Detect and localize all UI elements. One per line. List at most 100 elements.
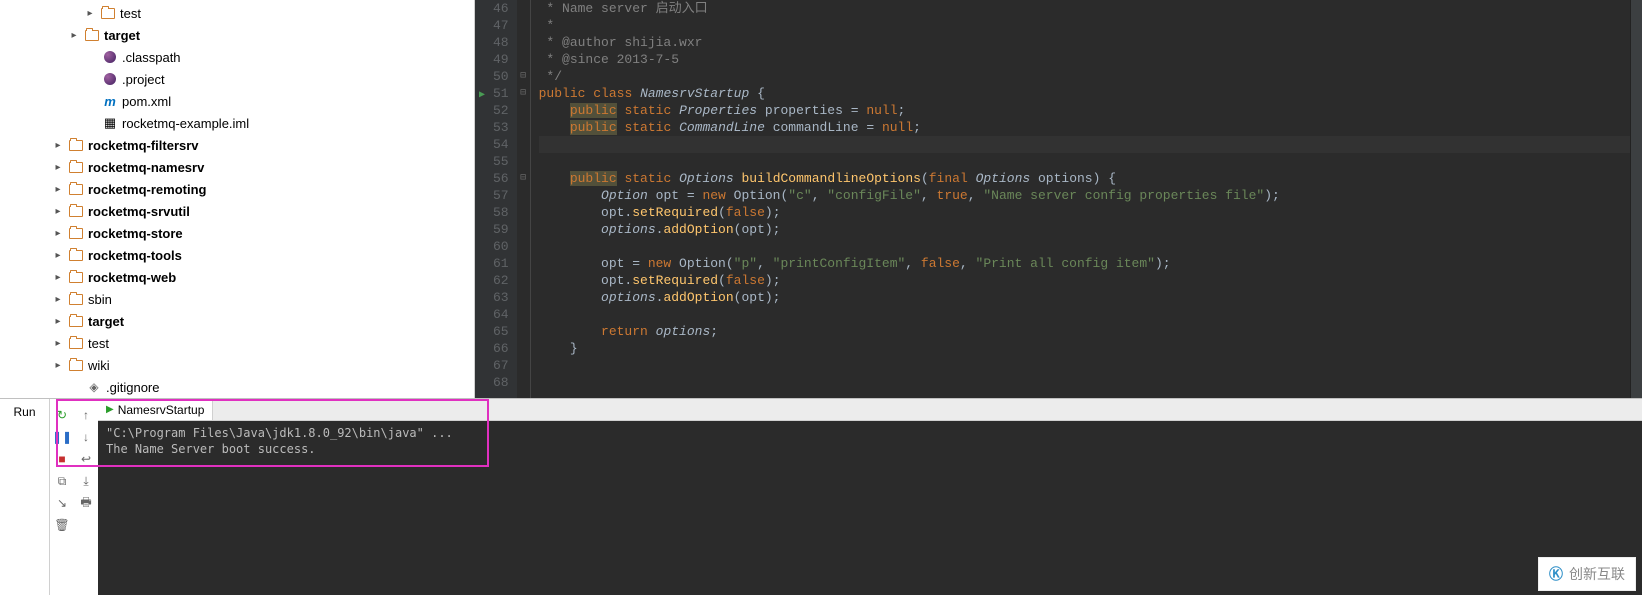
scroll-end-button[interactable]: ⤓ — [76, 471, 96, 491]
code-line[interactable] — [539, 136, 1630, 153]
folder-icon — [68, 269, 84, 285]
module-icon: ▦ — [102, 115, 118, 131]
code-line[interactable] — [539, 374, 1630, 391]
tree-item[interactable]: ▸test — [0, 332, 474, 354]
folder-icon — [68, 137, 84, 153]
tree-item[interactable]: ▸ test — [0, 2, 474, 24]
up-button[interactable]: ↑ — [76, 405, 96, 425]
exit-button[interactable]: ↘ — [52, 493, 72, 513]
tree-item[interactable]: ▦ rocketmq-example.iml — [0, 112, 474, 134]
code-line[interactable]: opt = new Option("p", "printConfigItem",… — [539, 255, 1630, 272]
tree-item-label: .gitignore — [106, 380, 159, 395]
watermark-text: 创新互联 — [1569, 564, 1625, 584]
expand-arrow-icon[interactable]: ▸ — [68, 30, 80, 41]
expand-arrow-icon[interactable]: ▸ — [52, 206, 64, 217]
trash-button[interactable]: 🗑 — [52, 515, 72, 535]
code-line[interactable] — [539, 238, 1630, 255]
expand-arrow-icon[interactable]: ▸ — [52, 338, 64, 349]
code-line[interactable]: * — [539, 17, 1630, 34]
code-line[interactable]: public static Options buildCommandlineOp… — [539, 170, 1630, 187]
run-gutter-icon[interactable]: ▶ — [479, 87, 485, 104]
tree-item-label: rocketmq-example.iml — [122, 116, 249, 131]
code-line[interactable]: opt.setRequired(false); — [539, 204, 1630, 221]
tree-item-label: rocketmq-namesrv — [88, 160, 204, 175]
eclipse-icon — [102, 49, 118, 65]
folder-icon — [68, 335, 84, 351]
expand-arrow-icon[interactable]: ▸ — [52, 184, 64, 195]
run-toolwindow-label[interactable]: Run — [0, 399, 50, 595]
code-line[interactable]: public static CommandLine commandLine = … — [539, 119, 1630, 136]
code-line[interactable]: } — [539, 340, 1630, 357]
fold-column[interactable]: ⊟⊟⊟ — [517, 0, 531, 398]
expand-arrow-icon[interactable]: ▸ — [52, 360, 64, 371]
expand-arrow-icon[interactable]: ▸ — [52, 294, 64, 305]
tree-item[interactable]: ▸ target — [0, 310, 474, 332]
watermark: Ⓚ 创新互联 — [1538, 557, 1636, 591]
code-line[interactable] — [539, 153, 1630, 170]
down-button[interactable]: ↓ — [76, 427, 96, 447]
run-toolbar-right: ↑ ↓ ↩ ⤓ 🖶 — [74, 399, 98, 595]
code-line[interactable] — [539, 357, 1630, 374]
tree-item-label: .project — [122, 72, 165, 87]
dump-button[interactable]: ⧉ — [52, 471, 72, 491]
tree-item-label: rocketmq-filtersrv — [88, 138, 199, 153]
tree-item[interactable]: ▸ rocketmq-remoting — [0, 178, 474, 200]
editor-scrollbar[interactable] — [1630, 0, 1642, 398]
expand-arrow-icon[interactable]: ▸ — [52, 162, 64, 173]
expand-arrow-icon[interactable]: ▸ — [52, 316, 64, 327]
code-line[interactable] — [539, 306, 1630, 323]
console-output[interactable]: "C:\Program Files\Java\jdk1.8.0_92\bin\j… — [98, 421, 1642, 595]
run-process-label: NamesrvStartup — [118, 403, 205, 417]
tree-item[interactable]: ▸rocketmq-store — [0, 222, 474, 244]
code-line[interactable]: * @since 2013-7-5 — [539, 51, 1630, 68]
code-editor[interactable]: 464748495051▶525354555657585960616263646… — [475, 0, 1642, 398]
tree-item-label: rocketmq-web — [88, 270, 176, 285]
tree-item[interactable]: ▸sbin — [0, 288, 474, 310]
code-line[interactable]: Option opt = new Option("c", "configFile… — [539, 187, 1630, 204]
tree-item-label: rocketmq-srvutil — [88, 204, 190, 219]
code-area[interactable]: * Name server 启动入口 * * @author shijia.wx… — [531, 0, 1630, 398]
rerun-button[interactable]: ↻ — [52, 405, 72, 425]
tree-item-label: rocketmq-tools — [88, 248, 182, 263]
tree-item-label: target — [104, 28, 140, 43]
project-tree[interactable]: ▸test▸target.classpath.projectmpom.xml▦r… — [0, 0, 475, 398]
tree-item[interactable]: ▸ rocketmq-filtersrv — [0, 134, 474, 156]
code-line[interactable]: public class NamesrvStartup { — [539, 85, 1630, 102]
expand-arrow-icon[interactable]: ▸ — [52, 140, 64, 151]
tree-item[interactable]: .project — [0, 68, 474, 90]
tree-item-label: rocketmq-remoting — [88, 182, 206, 197]
run-process-tab[interactable]: ▶ NamesrvStartup — [98, 399, 213, 420]
tree-item[interactable]: ▸ rocketmq-tools — [0, 244, 474, 266]
tree-item[interactable]: ▸ rocketmq-namesrv — [0, 156, 474, 178]
tree-item[interactable]: ▸ rocketmq-web — [0, 266, 474, 288]
code-line[interactable]: */ — [539, 68, 1630, 85]
tree-item-label: test — [120, 6, 141, 21]
code-line[interactable]: * Name server 启动入口 — [539, 0, 1630, 17]
expand-arrow-icon[interactable]: ▸ — [84, 8, 96, 19]
tree-item[interactable]: ▸ target — [0, 24, 474, 46]
tree-item-label: wiki — [88, 358, 110, 373]
tree-item[interactable]: mpom.xml — [0, 90, 474, 112]
softwrap-button[interactable]: ↩ — [76, 449, 96, 469]
expand-arrow-icon[interactable]: ▸ — [52, 272, 64, 283]
code-line[interactable]: public static Properties properties = nu… — [539, 102, 1630, 119]
code-line[interactable]: return options; — [539, 323, 1630, 340]
tree-item[interactable]: ▸ rocketmq-srvutil — [0, 200, 474, 222]
tree-item-label: target — [88, 314, 124, 329]
pause-button[interactable]: ❚❚ — [52, 427, 72, 447]
maven-icon: m — [102, 93, 118, 109]
code-line[interactable]: opt.setRequired(false); — [539, 272, 1630, 289]
run-toolbar-left: ↻ ❚❚ ■ ⧉ ↘ 🗑 — [50, 399, 74, 595]
folder-icon — [100, 5, 116, 21]
stop-button[interactable]: ■ — [52, 449, 72, 469]
expand-arrow-icon[interactable]: ▸ — [52, 228, 64, 239]
folder-icon — [68, 247, 84, 263]
tree-item[interactable]: ▸ wiki — [0, 354, 474, 376]
print-button[interactable]: 🖶 — [76, 493, 96, 513]
code-line[interactable]: options.addOption(opt); — [539, 221, 1630, 238]
expand-arrow-icon[interactable]: ▸ — [52, 250, 64, 261]
code-line[interactable]: * @author shijia.wxr — [539, 34, 1630, 51]
tree-item[interactable]: .classpath — [0, 46, 474, 68]
code-line[interactable]: options.addOption(opt); — [539, 289, 1630, 306]
tree-item[interactable]: ◈.gitignore — [0, 376, 474, 398]
